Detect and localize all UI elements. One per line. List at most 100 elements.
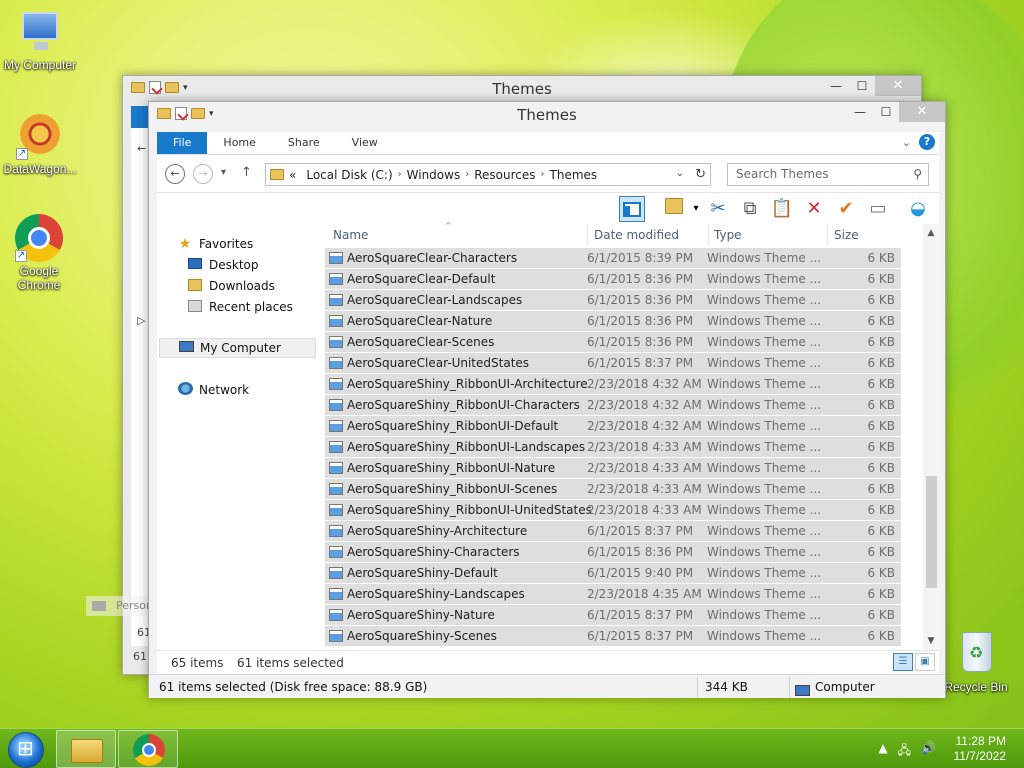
theme-file-icon <box>329 273 343 285</box>
table-row[interactable]: AeroSquareShiny_RibbonUI-UnitedStates 2/2… <box>325 500 901 521</box>
nav-network[interactable]: Network <box>177 380 249 400</box>
back-button[interactable]: ← <box>165 164 185 184</box>
breadcrumb-local-disk[interactable]: Local Disk (C:) <box>306 168 392 182</box>
address-dropdown-icon[interactable]: ⌄ <box>676 168 684 179</box>
file-type: Windows Theme ... <box>707 335 822 349</box>
table-row[interactable]: AeroSquareShiny-Scenes 6/1/2015 8:37 PM Wi… <box>325 626 901 647</box>
close-button[interactable]: ✕ <box>899 102 945 122</box>
table-row[interactable]: AeroSquareShiny_RibbonUI-Scenes 2/23/2018… <box>325 479 901 500</box>
scroll-up-icon[interactable]: ▲ <box>923 228 939 238</box>
chrome-icon <box>133 734 165 766</box>
column-name[interactable]: Name <box>333 228 368 242</box>
title-bar[interactable]: ▾ Themes — ☐ ✕ <box>123 76 921 102</box>
desktop-icon-my-computer[interactable]: My Computer <box>0 8 80 72</box>
address-row: ← → ▾ ↑ « Local Disk (C:) › Windows › Re… <box>157 154 939 192</box>
nav-my-computer[interactable]: My Computer <box>159 338 316 358</box>
shell-icon[interactable]: ◒ <box>905 196 931 222</box>
check-icon[interactable]: ✔ <box>833 196 859 222</box>
start-button[interactable] <box>8 732 44 768</box>
table-row[interactable]: AeroSquareShiny_RibbonUI-Nature 2/23/2018… <box>325 458 901 479</box>
table-row[interactable]: AeroSquareClear-Scenes 6/1/2015 8:36 PM Wi… <box>325 332 901 353</box>
maximize-button[interactable]: ☐ <box>849 76 875 96</box>
forward-button[interactable]: → <box>193 164 213 184</box>
table-row[interactable]: AeroSquareShiny-Landscapes 2/23/2018 4:35… <box>325 584 901 605</box>
table-row[interactable]: AeroSquareClear-Nature 6/1/2015 8:36 PM Wi… <box>325 311 901 332</box>
table-row[interactable]: AeroSquareClear-Default 6/1/2015 8:36 PM W… <box>325 269 901 290</box>
paste-icon[interactable]: 📋 <box>769 196 795 222</box>
table-row[interactable]: AeroSquareClear-UnitedStates 6/1/2015 8:3… <box>325 353 901 374</box>
table-row[interactable]: AeroSquareClear-Characters 6/1/2015 8:39 … <box>325 248 901 269</box>
file-date: 6/1/2015 8:39 PM <box>587 251 694 265</box>
recent-locations-chevron-down-icon[interactable]: ▾ <box>221 167 226 178</box>
minimize-button[interactable]: — <box>823 76 849 96</box>
file-date: 6/1/2015 8:37 PM <box>587 629 694 643</box>
scroll-thumb[interactable] <box>926 476 937 588</box>
close-button[interactable]: ✕ <box>875 76 921 96</box>
desktop-icon-datawagon[interactable]: ↗ DataWagon... <box>0 112 80 176</box>
desktop-icon-google-chrome[interactable]: ↗ Google Chrome <box>0 214 78 292</box>
cut-icon[interactable]: ✂ <box>705 196 731 222</box>
file-explorer-icon <box>71 739 103 763</box>
column-size[interactable]: Size <box>834 228 859 242</box>
vertical-scrollbar[interactable]: ▲ ▼ <box>923 224 939 650</box>
table-row[interactable]: AeroSquareShiny-Architecture 6/1/2015 8:3… <box>325 521 901 542</box>
theme-file-icon <box>329 504 343 516</box>
up-button[interactable]: ↑ <box>241 165 252 180</box>
navigation-pane: ★ Favorites Desktop Downloads Recent pla… <box>157 224 325 650</box>
nav-favorites[interactable]: ★ Favorites <box>177 234 254 254</box>
details-view-button[interactable]: ☰ <box>893 653 913 671</box>
desktop-icon-recycle-bin[interactable]: Recycle Bin <box>936 630 1016 694</box>
minimize-button[interactable]: — <box>847 102 873 122</box>
expand-ribbon-icon[interactable]: ⌄ <box>902 136 911 149</box>
clock[interactable]: 11:28 PM 11/7/2022 <box>954 734 1007 764</box>
column-type[interactable]: Type <box>714 228 742 242</box>
table-row[interactable]: AeroSquareShiny_RibbonUI-Characters 2/23/… <box>325 395 901 416</box>
file-type: Windows Theme ... <box>707 356 822 370</box>
breadcrumb-separator-icon[interactable]: › <box>541 169 545 180</box>
taskbar-google-chrome[interactable] <box>118 730 178 768</box>
nav-downloads[interactable]: Downloads <box>187 276 275 296</box>
details-status-bar: 61 items selected (Disk free space: 88.9… <box>149 674 945 698</box>
file-name: AeroSquareShiny-Scenes <box>347 629 497 643</box>
column-date-modified[interactable]: Date modified <box>594 228 679 242</box>
maximize-button[interactable]: ☐ <box>873 102 899 122</box>
tab-view[interactable]: View <box>336 132 394 154</box>
address-bar[interactable]: « Local Disk (C:) › Windows › Resources … <box>265 163 711 186</box>
recycle-bin-icon <box>952 630 1000 678</box>
search-icon[interactable]: ⚲ <box>913 164 922 185</box>
title-bar[interactable]: ▾ Themes — ☐ ✕ <box>149 102 945 128</box>
large-icons-view-button[interactable]: ▣ <box>915 653 935 671</box>
taskbar-file-explorer[interactable] <box>56 730 116 768</box>
show-hidden-icons-icon[interactable]: ▲ <box>878 741 887 762</box>
help-icon[interactable]: ? <box>919 134 935 150</box>
nav-desktop[interactable]: Desktop <box>187 255 259 275</box>
breadcrumb-separator-icon[interactable]: › <box>398 169 402 180</box>
copy-icon[interactable]: ⧉ <box>737 196 763 222</box>
nav-recent-places[interactable]: Recent places <box>187 297 293 317</box>
tab-file[interactable]: File <box>157 132 208 154</box>
network-status-icon[interactable]: 🖧 <box>898 741 911 762</box>
window-title: Themes <box>492 80 552 98</box>
volume-icon[interactable]: 🔊 <box>921 741 936 762</box>
refresh-icon[interactable]: ↻ <box>695 167 706 182</box>
table-row[interactable]: AeroSquareShiny-Characters 6/1/2015 8:36 … <box>325 542 901 563</box>
tab-share[interactable]: Share <box>272 132 336 154</box>
rename-icon[interactable]: ▭ <box>865 196 891 222</box>
delete-icon[interactable]: ✕ <box>801 196 827 222</box>
navigation-pane-button[interactable] <box>619 196 645 222</box>
explorer-window[interactable]: ▾ Themes — ☐ ✕ File Home Share View ⌄ ? … <box>148 101 946 698</box>
breadcrumb-themes[interactable]: Themes <box>550 168 598 182</box>
address-overflow[interactable]: « <box>289 168 296 182</box>
table-row[interactable]: AeroSquareShiny_RibbonUI-Default 2/23/201… <box>325 416 901 437</box>
table-row[interactable]: AeroSquareClear-Landscapes 6/1/2015 8:36 … <box>325 290 901 311</box>
table-row[interactable]: AeroSquareShiny-Nature 6/1/2015 8:37 PM Wi… <box>325 605 901 626</box>
table-row[interactable]: AeroSquareShiny_RibbonUI-Architecture 2/2… <box>325 374 901 395</box>
tab-home[interactable]: Home <box>207 132 271 154</box>
breadcrumb-windows[interactable]: Windows <box>407 168 461 182</box>
breadcrumb-resources[interactable]: Resources <box>474 168 535 182</box>
table-row[interactable]: AeroSquareShiny-Default 6/1/2015 9:40 PM W… <box>325 563 901 584</box>
table-row[interactable]: AeroSquareShiny_RibbonUI-Landscapes 2/23/… <box>325 437 901 458</box>
scroll-down-icon[interactable]: ▼ <box>923 636 939 646</box>
search-input[interactable]: Search Themes ⚲ <box>727 163 929 186</box>
breadcrumb-separator-icon[interactable]: › <box>465 169 469 180</box>
